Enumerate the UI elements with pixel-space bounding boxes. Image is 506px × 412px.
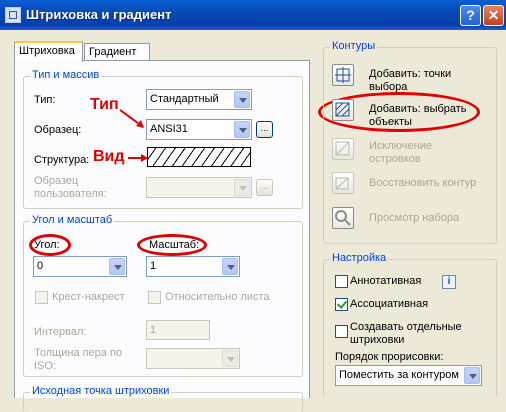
chevron-down-icon[interactable] [109,258,125,275]
pen-width-label-line2: ISO: [34,360,57,372]
custom-pattern-label-line2: пользователя: [34,188,107,200]
type-select-value: Стандартный [150,93,219,105]
scale-highlight-oval [137,234,207,256]
custom-pattern-select[interactable] [146,177,252,198]
type-select[interactable]: Стандартный [146,89,252,110]
pattern-select[interactable]: ANSI31 [146,119,252,140]
app-icon [5,7,21,23]
tab-gradient[interactable]: Градиент [84,43,150,61]
tab-hatch[interactable]: Штриховка [14,41,83,62]
swatch-label: Структура: [34,154,90,166]
pen-width-label-line1: Толщина пера по [34,347,123,359]
remove-islands-icon [335,141,350,156]
boundaries-group-label: Контуры [330,40,378,52]
custom-pattern-browse-button[interactable]: ... [256,179,273,196]
custom-pattern-label-line1: Образец [34,175,79,187]
separate-hatches-line1[interactable]: Создавать отдельные [350,321,462,333]
pick-points-icon [335,67,351,83]
chevron-down-icon[interactable] [234,91,250,108]
separate-hatches-checkbox[interactable] [335,325,348,338]
draw-order-label: Порядок прорисовки: [335,351,444,363]
spacing-field-value: 1 [150,324,157,336]
hatch-origin-group: Исходная точка штриховки [23,385,303,412]
annotative-checkbox[interactable] [335,275,348,288]
remove-islands-button[interactable] [332,138,354,160]
select-objects-icon [335,102,350,117]
chevron-down-icon [234,179,250,196]
pattern-label: Образец: [34,124,82,136]
chevron-down-icon [222,350,238,367]
associative-checkbox[interactable] [335,298,348,311]
annotation-type: Тип [90,96,119,113]
view-selections-button[interactable] [332,207,354,229]
magnifier-icon [335,210,351,226]
relative-paperspace-label: Относительно листа [165,291,270,303]
hatch-origin-group-label: Исходная точка штриховки [30,385,172,397]
type-label: Тип: [34,94,56,106]
arrow-icon [128,154,148,162]
double-checkbox[interactable] [35,291,48,304]
annotative-label[interactable]: Аннотативная [350,275,421,287]
remove-islands-line2[interactable]: островков [369,153,421,165]
pattern-select-value: ANSI31 [150,123,188,135]
hatch-swatch[interactable] [147,147,251,167]
draw-order-select[interactable]: Поместить за контуром [335,365,482,386]
draw-order-select-value: Поместить за контуром [339,369,459,381]
associative-label[interactable]: Ассоциативная [350,298,428,310]
hatch-tab-panel: Тип и массив Тип: Стандартный Образец: A… [14,60,310,412]
chevron-down-icon[interactable] [464,367,480,384]
recreate-boundary-button[interactable] [332,172,354,194]
add-pick-points-button[interactable] [332,64,354,86]
add-select-objects-button[interactable] [332,99,354,121]
info-icon[interactable]: i [442,275,456,289]
title-bar[interactable]: Штриховка и градиент ? ✕ [0,0,506,30]
angle-select-value: 0 [37,260,44,272]
spacing-label: Интервал: [34,326,87,338]
double-label: Крест-накрест [52,291,125,303]
pen-width-select[interactable] [146,348,240,369]
view-selections-label[interactable]: Просмотр набора [369,212,459,224]
type-pattern-group-label: Тип и массив [30,69,102,81]
angle-scale-group-label: Угол и масштаб [30,214,115,226]
separate-hatches-line2[interactable]: штриховки [350,334,404,346]
arrow-icon [119,109,144,128]
add-pick-points-line2[interactable]: выбора [369,81,407,93]
recreate-boundary-label[interactable]: Восстановить контур [369,177,476,189]
chevron-down-icon[interactable] [222,258,238,275]
scale-select-value: 1 [150,260,157,272]
recreate-boundary-icon [335,177,349,190]
pattern-browse-button[interactable]: ... [256,121,273,138]
scale-select[interactable]: 1 [146,256,240,277]
angle-highlight-oval [29,234,71,256]
remove-islands-line1[interactable]: Исключение [369,140,432,152]
angle-select[interactable]: 0 [33,256,127,277]
add-pick-points-line1[interactable]: Добавить: точки [369,68,451,80]
relative-paperspace-checkbox[interactable] [148,291,161,304]
window-title: Штриховка и градиент [26,7,172,22]
chevron-down-icon[interactable] [234,121,250,138]
annotation-view: Вид [93,148,125,165]
spacing-field[interactable]: 1 [146,320,210,340]
add-select-objects-line2[interactable]: объекты [369,116,412,128]
add-select-objects-line1[interactable]: Добавить: выбрать [369,103,467,115]
help-button[interactable]: ? [460,5,481,26]
close-button[interactable]: ✕ [483,5,504,26]
options-group-label: Настройка [330,252,389,264]
